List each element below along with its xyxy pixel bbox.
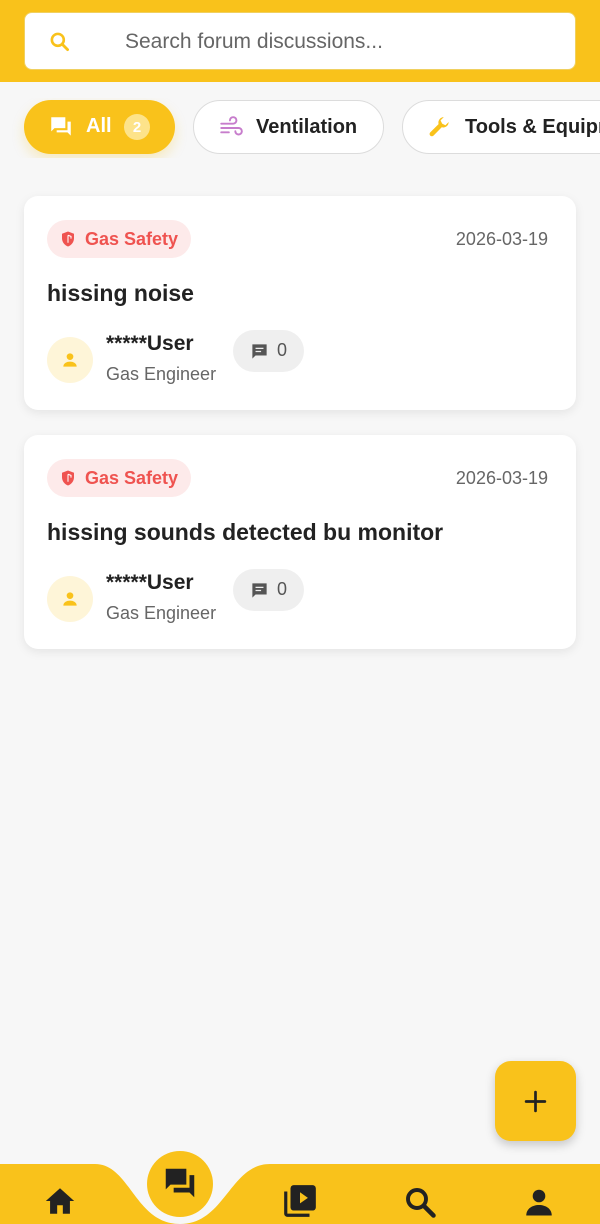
search-bar[interactable] — [24, 12, 576, 70]
author-role: Gas Engineer — [106, 603, 217, 623]
author-role: Gas Engineer — [106, 364, 217, 384]
category-label: Gas Safety — [85, 468, 179, 488]
plus-icon — [524, 1090, 547, 1113]
chip-all-label: All — [86, 115, 112, 137]
search-input[interactable] — [125, 23, 555, 61]
forum-icon — [51, 117, 71, 136]
comment-icon — [252, 344, 267, 359]
bottom-nav — [0, 1164, 600, 1224]
chip-all-count-badge: 2 — [124, 114, 150, 140]
chip-all[interactable]: All 2 — [24, 100, 175, 154]
person-icon — [63, 592, 77, 606]
avatar — [47, 337, 93, 383]
author-name: *****User — [106, 332, 194, 355]
wrench-icon — [429, 117, 449, 137]
post-title: hissing noise — [47, 280, 194, 306]
post-title: hissing sounds detected bu monitor — [47, 519, 444, 545]
search-icon — [50, 32, 69, 51]
comment-count-badge: 0 — [233, 330, 304, 372]
new-post-button[interactable] — [495, 1061, 576, 1141]
comment-count-badge: 0 — [233, 569, 304, 611]
comment-icon — [252, 583, 267, 598]
category-label: Gas Safety — [85, 229, 179, 249]
comment-count: 0 — [277, 579, 288, 599]
post-card[interactable]: Gas Safety 2026-03-19 hissing sounds det… — [24, 435, 576, 649]
home-icon[interactable] — [43, 1184, 77, 1218]
chip-ventilation-label: Ventilation — [256, 116, 358, 138]
forum-icon — [165, 1168, 195, 1198]
post-date: 2026-03-19 — [455, 229, 548, 249]
category-filter-bar: All 2 Ventilation Tools & Equipment — [0, 98, 600, 158]
category-tag: Gas Safety — [47, 459, 191, 497]
shield-icon — [62, 470, 74, 486]
video-library-icon[interactable] — [281, 1182, 319, 1220]
air-icon — [220, 116, 243, 136]
chip-tools-equipment[interactable]: Tools & Equipment — [402, 100, 600, 154]
post-date: 2026-03-19 — [455, 468, 548, 488]
nav-forum-button[interactable] — [147, 1151, 213, 1217]
post-card[interactable]: Gas Safety 2026-03-19 hissing noise ****… — [24, 196, 576, 410]
category-tag: Gas Safety — [47, 220, 191, 258]
search-icon[interactable] — [402, 1184, 438, 1220]
avatar — [47, 576, 93, 622]
shield-icon — [62, 231, 74, 247]
chip-tools-label: Tools & Equipment — [465, 116, 600, 138]
comment-count: 0 — [277, 340, 288, 360]
author-name: *****User — [106, 571, 194, 594]
person-icon — [63, 353, 77, 367]
chip-ventilation[interactable]: Ventilation — [193, 100, 384, 154]
person-icon[interactable] — [521, 1184, 557, 1220]
top-bar — [0, 0, 600, 82]
